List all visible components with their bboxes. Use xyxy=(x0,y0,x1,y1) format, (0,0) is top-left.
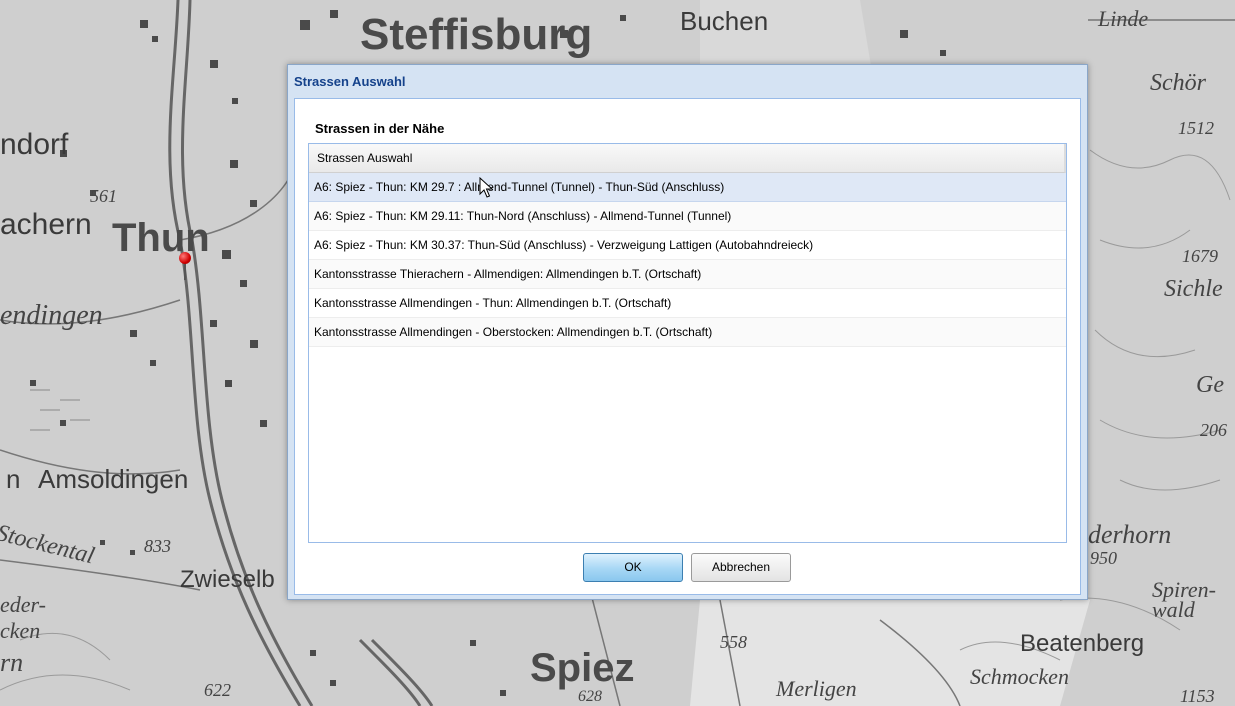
mouse-cursor-icon xyxy=(479,177,493,198)
map-label-buchen: Buchen xyxy=(680,6,769,36)
grid-row[interactable]: A6: Spiez - Thun: KM 29.7 : Allmend-Tunn… xyxy=(309,173,1066,202)
map-label-schmocken: Schmocken xyxy=(970,664,1069,689)
map-label-561: 561 xyxy=(90,186,117,206)
map-label-achern: achern xyxy=(0,208,92,241)
map-label-spiez: Spiez xyxy=(530,646,635,690)
map-label-ge: Ge xyxy=(1196,372,1224,398)
map-label-1679: 1679 xyxy=(1182,246,1218,266)
location-pin-stem xyxy=(184,262,186,280)
ok-button[interactable]: OK xyxy=(583,553,683,582)
cancel-button[interactable]: Abbrechen xyxy=(691,553,791,582)
map-label-n: n xyxy=(6,464,21,494)
map-label-schor: Schör xyxy=(1150,70,1206,96)
grid-column-header[interactable]: Strassen Auswahl xyxy=(309,144,1066,173)
grid-row[interactable]: Kantonsstrasse Thierachern - Allmendigen… xyxy=(309,260,1066,289)
map-label-1512: 1512 xyxy=(1178,118,1214,138)
map-label-628: 628 xyxy=(578,688,602,705)
map-label-endingen: endingen xyxy=(0,300,103,331)
map-label-steffisburg: Steffisburg xyxy=(360,10,593,59)
map-label-linde: Linde xyxy=(1098,6,1149,31)
map-label-1153: 1153 xyxy=(1180,686,1215,706)
map-label-sichle: Sichle xyxy=(1164,276,1223,302)
grid-row[interactable]: A6: Spiez - Thun: KM 29.11: Thun-Nord (A… xyxy=(309,202,1066,231)
map-label-spirenwald: Spiren-wald xyxy=(1152,577,1216,622)
dialog-title[interactable]: Strassen Auswahl xyxy=(294,74,406,89)
map-label-206: 206 xyxy=(1200,420,1227,440)
grid-row[interactable]: A6: Spiez - Thun: KM 30.37: Thun-Süd (An… xyxy=(309,231,1066,260)
map-label-derhorn: derhorn xyxy=(1088,520,1172,549)
grid-rows: A6: Spiez - Thun: KM 29.7 : Allmend-Tunn… xyxy=(309,173,1066,347)
map-label-zwieselb: Zwieselb xyxy=(180,566,275,593)
map-label-beatenberg: Beatenberg xyxy=(1020,630,1145,657)
map-label-amsoldingen: Amsoldingen xyxy=(38,464,189,494)
map-label-rn: rn xyxy=(0,648,24,677)
map-label-622: 622 xyxy=(204,680,231,700)
map-label-eder: eder- xyxy=(0,592,46,617)
map-label-cken: cken xyxy=(0,618,41,643)
map-label-thun: Thun xyxy=(112,216,210,260)
map-label-950: 950 xyxy=(1090,548,1117,568)
map-label-dorf: ndorf xyxy=(0,128,69,161)
grid-row[interactable]: Kantonsstrasse Allmendingen - Thun: Allm… xyxy=(309,289,1066,318)
grid-row[interactable]: Kantonsstrasse Allmendingen - Oberstocke… xyxy=(309,318,1066,347)
map-label-558: 558 xyxy=(720,632,747,652)
map-label-833: 833 xyxy=(144,536,171,556)
road-grid: Strassen Auswahl A6: Spiez - Thun: KM 29… xyxy=(308,143,1067,543)
location-pin-icon[interactable] xyxy=(179,252,191,264)
map-label-merligen: Merligen xyxy=(776,676,857,701)
section-heading: Strassen in der Nähe xyxy=(315,121,445,136)
